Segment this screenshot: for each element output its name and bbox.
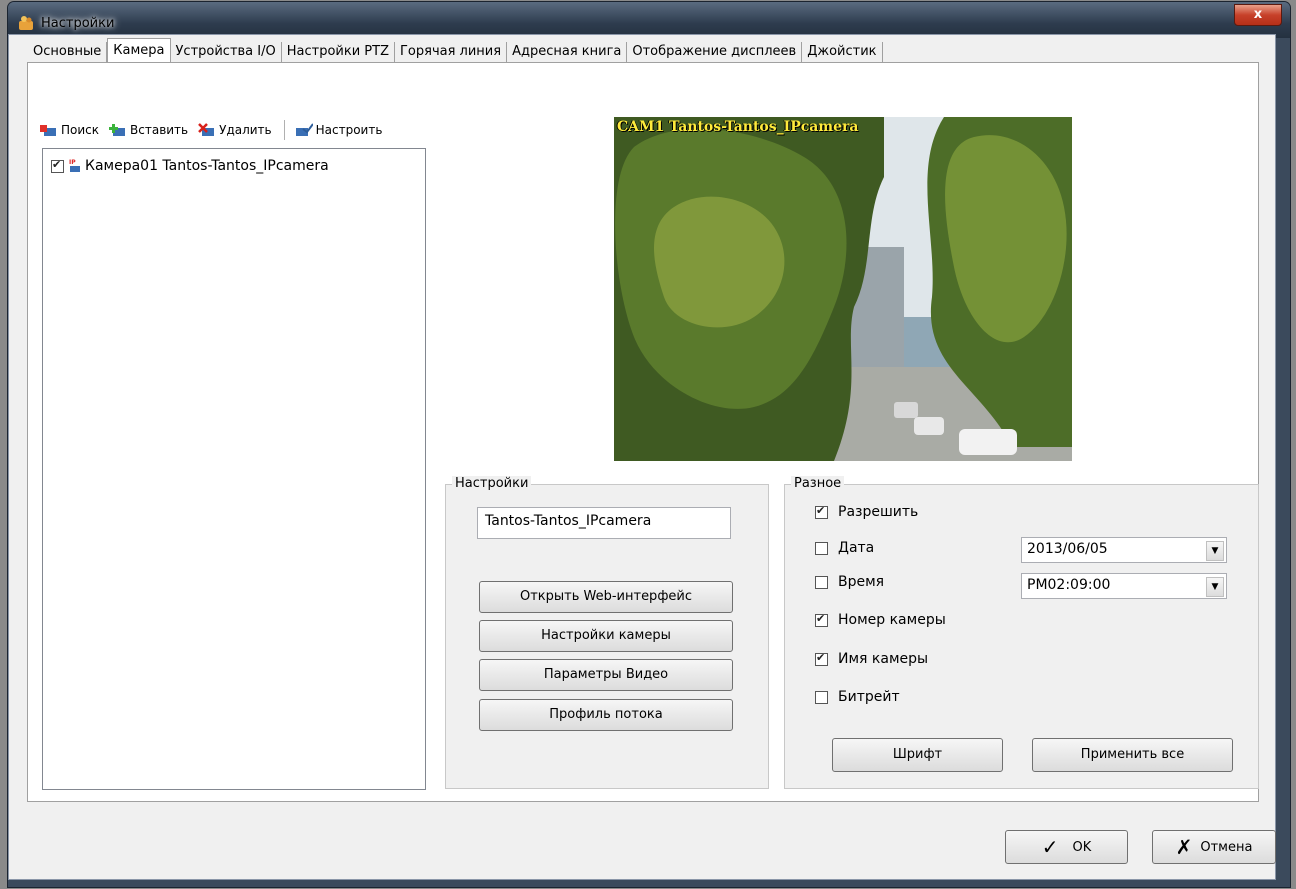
configure-label: Настроить <box>315 123 383 137</box>
date-value: 2013/06/05 <box>1027 541 1108 557</box>
settings-group: Настройки Tantos-Tantos_IPcamera Открыть… <box>445 476 769 789</box>
font-button[interactable]: Шрифт <box>832 738 1003 772</box>
cam-name-row[interactable]: Имя камеры <box>815 651 928 667</box>
delete-camera-icon <box>198 123 215 136</box>
camera-name-field[interactable]: Tantos-Tantos_IPcamera <box>477 507 731 539</box>
date-label: Дата <box>838 540 875 556</box>
svg-text:IP: IP <box>69 159 76 166</box>
delete-button[interactable]: Удалить <box>198 123 272 137</box>
time-label: Время <box>838 574 885 590</box>
configure-button[interactable]: Настроить <box>295 123 383 137</box>
time-row[interactable]: Время <box>815 574 884 590</box>
cancel-button[interactable]: ✗ Отмена <box>1152 830 1276 864</box>
camera-toolbar: Поиск Вставить Удалить Настроить <box>40 120 392 140</box>
configure-camera-icon <box>295 123 313 136</box>
open-web-interface-button[interactable]: Открыть Web-интерфейс <box>479 581 733 613</box>
tab-io-devices[interactable]: Устройства I/O <box>171 42 282 62</box>
ok-button[interactable]: ✓ OK <box>1005 830 1128 864</box>
tab-joystick[interactable]: Джойстик <box>802 42 883 62</box>
date-select[interactable]: 2013/06/05 ▼ <box>1021 537 1227 563</box>
search-camera-icon <box>40 125 56 136</box>
date-checkbox[interactable] <box>815 541 828 555</box>
camera-preview-image <box>614 117 1072 461</box>
tab-camera[interactable]: Камера <box>107 38 171 63</box>
close-icon: x <box>1253 7 1263 22</box>
delete-label: Удалить <box>219 123 272 137</box>
bitrate-row[interactable]: Битрейт <box>815 689 900 705</box>
tab-address-book[interactable]: Адресная книга <box>507 42 628 62</box>
apply-all-button[interactable]: Применить все <box>1032 738 1233 772</box>
tab-hotline[interactable]: Горячая линия <box>395 42 508 62</box>
time-checkbox[interactable] <box>815 575 828 589</box>
cam-name-checkbox[interactable] <box>815 651 828 666</box>
misc-group-title: Разное <box>791 476 845 491</box>
camera-enabled-checkbox[interactable] <box>51 158 64 173</box>
camera-tree[interactable]: IP Камера01 Tantos-Tantos_IPcamera <box>42 148 426 790</box>
tab-display[interactable]: Отображение дисплеев <box>627 42 803 62</box>
camera-settings-button[interactable]: Настройки камеры <box>479 620 733 652</box>
cam-number-checkbox[interactable] <box>815 612 828 627</box>
tab-general[interactable]: Основные <box>28 42 108 62</box>
bitrate-checkbox[interactable] <box>815 690 828 704</box>
stream-profile-button[interactable]: Профиль потока <box>479 699 733 731</box>
date-row[interactable]: Дата <box>815 540 874 556</box>
app-icon <box>19 16 33 30</box>
chevron-down-icon[interactable]: ▼ <box>1206 541 1224 561</box>
camera-tree-label: Камера01 Tantos-Tantos_IPcamera <box>85 158 329 174</box>
close-button[interactable]: x <box>1234 4 1282 26</box>
search-button[interactable]: Поиск <box>40 123 99 137</box>
insert-button[interactable]: Вставить <box>109 123 188 137</box>
enable-checkbox[interactable] <box>815 504 828 519</box>
enable-label: Разрешить <box>838 504 919 520</box>
camera-preview: CAM1 Tantos-Tantos_IPcamera <box>614 117 1072 461</box>
window-title: Настройки <box>41 16 115 31</box>
cross-icon: ✗ <box>1175 835 1193 859</box>
video-params-button[interactable]: Параметры Видео <box>479 659 733 691</box>
insert-label: Вставить <box>130 123 189 137</box>
cam-number-row[interactable]: Номер камеры <box>815 612 946 628</box>
tab-strip: Основные Камера Устройства I/O Настройки… <box>28 38 883 63</box>
cam-name-label: Имя камеры <box>838 651 929 667</box>
settings-group-title: Настройки <box>452 476 532 491</box>
enable-row[interactable]: Разрешить <box>815 504 918 520</box>
ok-label: OK <box>1072 839 1092 855</box>
time-select[interactable]: PM02:09:00 ▼ <box>1021 573 1227 599</box>
cam-number-label: Номер камеры <box>838 612 946 628</box>
tab-ptz[interactable]: Настройки PTZ <box>282 42 395 62</box>
cancel-label: Отмена <box>1200 839 1253 855</box>
title-bar: Настройки x <box>8 2 1290 38</box>
search-label: Поиск <box>61 123 100 137</box>
bitrate-label: Битрейт <box>838 689 900 705</box>
misc-group: Разное Разрешить Дата 2013/06/05 ▼ Время… <box>784 476 1259 789</box>
camera-tree-item[interactable]: IP Камера01 Tantos-Tantos_IPcamera <box>51 158 329 174</box>
ip-camera-icon: IP <box>69 159 80 172</box>
time-value: PM02:09:00 <box>1027 577 1111 593</box>
checkmark-icon: ✓ <box>1041 835 1059 859</box>
add-camera-icon <box>109 124 126 136</box>
chevron-down-icon[interactable]: ▼ <box>1206 577 1224 597</box>
toolbar-separator <box>283 120 285 140</box>
preview-overlay-text: CAM1 Tantos-Tantos_IPcamera <box>617 119 859 135</box>
